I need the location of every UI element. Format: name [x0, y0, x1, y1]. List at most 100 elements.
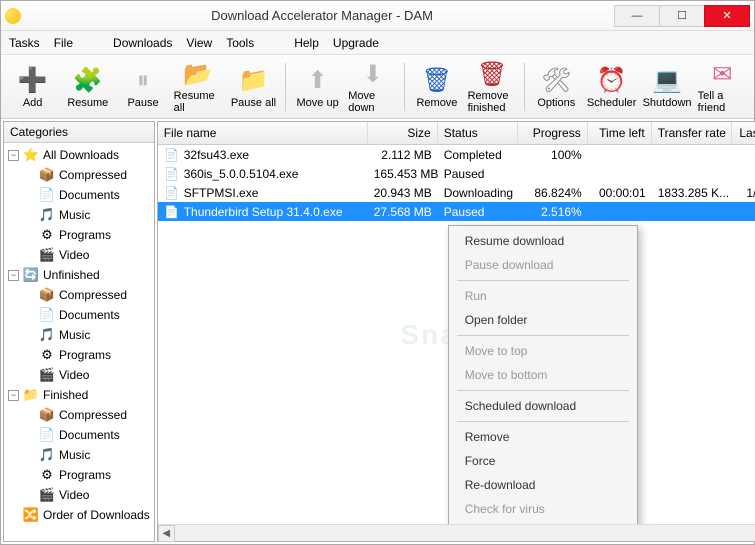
category-tree: −⭐All Downloads📦Compressed📄Documents🎵Mus… [4, 143, 154, 541]
maximize-button[interactable]: ☐ [659, 5, 705, 27]
tree-node-finished[interactable]: −📁 Finished [4, 385, 154, 405]
file-name: 360is_5.0.0.5104.exe [184, 167, 299, 181]
tree-toggle-icon[interactable]: − [8, 150, 19, 161]
cell [732, 173, 755, 175]
tree-node-video[interactable]: 🎬Video [4, 485, 154, 505]
toolbar-move-down-button[interactable]: ⬇Move down [347, 59, 398, 115]
cell: 27.568 MB [368, 204, 438, 220]
tree-node-programs[interactable]: ⚙Programs [4, 345, 154, 365]
context-pause-download: Pause download [451, 253, 635, 277]
tree-node-music[interactable]: 🎵Music [4, 205, 154, 225]
menu-file[interactable]: File [54, 36, 73, 50]
context-re-download[interactable]: Re-download [451, 473, 635, 497]
menu-tasks[interactable]: Tasks [9, 36, 40, 50]
folder-icon: 📁 [23, 387, 39, 403]
tree-node-order-of-downloads[interactable]: 🔀 Order of Downloads [4, 505, 154, 525]
toolbar-label: Tell a friend [698, 90, 747, 114]
cell [732, 154, 755, 156]
toolbar-separator [285, 63, 286, 111]
menu-upgrade[interactable]: Upgrade [333, 36, 379, 50]
toolbar-tell-a-friend-button[interactable]: ✉Tell a friend [697, 59, 748, 115]
table-row[interactable]: 📄360is_5.0.0.5104.exe165.453 MBPaused [158, 164, 755, 183]
menu-view[interactable]: View [186, 36, 212, 50]
tree-toggle-icon[interactable]: − [8, 270, 19, 281]
tree-label: Order of Downloads [43, 508, 150, 522]
toolbar-move-up-button[interactable]: ⬆Move up [292, 59, 343, 115]
tree-node-music[interactable]: 🎵Music [4, 325, 154, 345]
minimize-button[interactable]: — [614, 5, 660, 27]
tree-label: Finished [43, 388, 88, 402]
context-resume-download[interactable]: Resume download [451, 229, 635, 253]
tree-node-programs[interactable]: ⚙Programs [4, 465, 154, 485]
tree-node-compressed[interactable]: 📦Compressed [4, 165, 154, 185]
tree-node-compressed[interactable]: 📦Compressed [4, 285, 154, 305]
close-button[interactable]: ✕ [704, 5, 750, 27]
tree-node-documents[interactable]: 📄Documents [4, 425, 154, 445]
toolbar-label: Remove finished [468, 90, 517, 114]
folder-icon: 🔀 [23, 507, 39, 523]
resume-all-icon: 📂 [182, 60, 214, 90]
toolbar-pause-button[interactable]: ⏸Pause [117, 59, 168, 115]
menu-help[interactable]: Help [294, 36, 319, 50]
column-header-time-left[interactable]: Time left [588, 122, 652, 144]
tree-node-compressed[interactable]: 📦Compressed [4, 405, 154, 425]
tree-node-programs[interactable]: ⚙Programs [4, 225, 154, 245]
folder-icon: 🔄 [23, 267, 39, 283]
tree-node-video[interactable]: 🎬Video [4, 245, 154, 265]
category-icon: 🎵 [39, 447, 55, 463]
cell: 📄SFTPMSI.exe [158, 184, 368, 202]
cell: Downloading [438, 185, 518, 201]
toolbar-pause-all-button[interactable]: 📁Pause all [228, 59, 279, 115]
scroll-left-icon[interactable]: ◀ [158, 525, 175, 542]
tree-label: Programs [59, 348, 111, 362]
tree-node-all-downloads[interactable]: −⭐All Downloads [4, 145, 154, 165]
app-icon [5, 8, 21, 24]
file-name: SFTPMSI.exe [184, 186, 259, 200]
column-header-file-name[interactable]: File name [158, 122, 368, 144]
toolbar-label: Add [23, 97, 43, 109]
toolbar-resume-all-button[interactable]: 📂Resume all [173, 59, 224, 115]
cell [652, 154, 732, 156]
toolbar-label: Resume [67, 97, 108, 109]
tree-node-unfinished[interactable]: −🔄Unfinished [4, 265, 154, 285]
tree-node-music[interactable]: 🎵Music [4, 445, 154, 465]
context-scheduled-download[interactable]: Scheduled download [451, 394, 635, 418]
cell: 1/14/2 [732, 185, 755, 201]
cell [732, 211, 755, 213]
tree-label: Music [59, 208, 90, 222]
tree-toggle-icon[interactable]: − [8, 390, 19, 401]
tree-node-documents[interactable]: 📄Documents [4, 305, 154, 325]
context-remove[interactable]: Remove [451, 425, 635, 449]
toolbar-remove-button[interactable]: 🗑Remove [411, 59, 462, 115]
toolbar-add-button[interactable]: ➕Add [7, 59, 58, 115]
move-up-icon: ⬆ [302, 65, 334, 97]
toolbar-shutdown-button[interactable]: 💻Shutdown [641, 59, 692, 115]
toolbar-resume-button[interactable]: 🧩Resume [62, 59, 113, 115]
column-header-progress[interactable]: Progress [518, 122, 588, 144]
column-header-last-try[interactable]: Last try [732, 122, 755, 144]
cell: Completed [438, 147, 518, 163]
column-header-size[interactable]: Size [368, 122, 438, 144]
horizontal-scrollbar[interactable]: ◀ ▶ [158, 524, 755, 541]
main-area: Categories −⭐All Downloads📦Compressed📄Do… [1, 119, 754, 544]
file-icon: 📄 [164, 166, 180, 182]
tree-node-video[interactable]: 🎬Video [4, 365, 154, 385]
tree-label: Programs [59, 468, 111, 482]
column-header-transfer-rate[interactable]: Transfer rate [652, 122, 732, 144]
toolbar-label: Pause all [231, 97, 276, 109]
column-header-status[interactable]: Status [438, 122, 518, 144]
context-force[interactable]: Force [451, 449, 635, 473]
tree-node-documents[interactable]: 📄Documents [4, 185, 154, 205]
table-row[interactable]: 📄Thunderbird Setup 31.4.0.exe27.568 MBPa… [158, 202, 755, 221]
context-open-folder[interactable]: Open folder [451, 308, 635, 332]
toolbar-scheduler-button[interactable]: ⏰Scheduler [586, 59, 638, 115]
table-row[interactable]: 📄32fsu43.exe2.112 MBCompleted100% [158, 145, 755, 164]
toolbar-options-button[interactable]: 🛠Options [531, 59, 582, 115]
menu-downloads[interactable]: Downloads [113, 36, 172, 50]
menu-tools[interactable]: Tools [226, 36, 254, 50]
toolbar-remove-finished-button[interactable]: 🗑Remove finished [467, 59, 518, 115]
toolbar-label: Remove [416, 97, 457, 109]
category-icon: 📄 [39, 307, 55, 323]
table-row[interactable]: 📄SFTPMSI.exe20.943 MBDownloading86.824%0… [158, 183, 755, 202]
category-icon: 📦 [39, 407, 55, 423]
